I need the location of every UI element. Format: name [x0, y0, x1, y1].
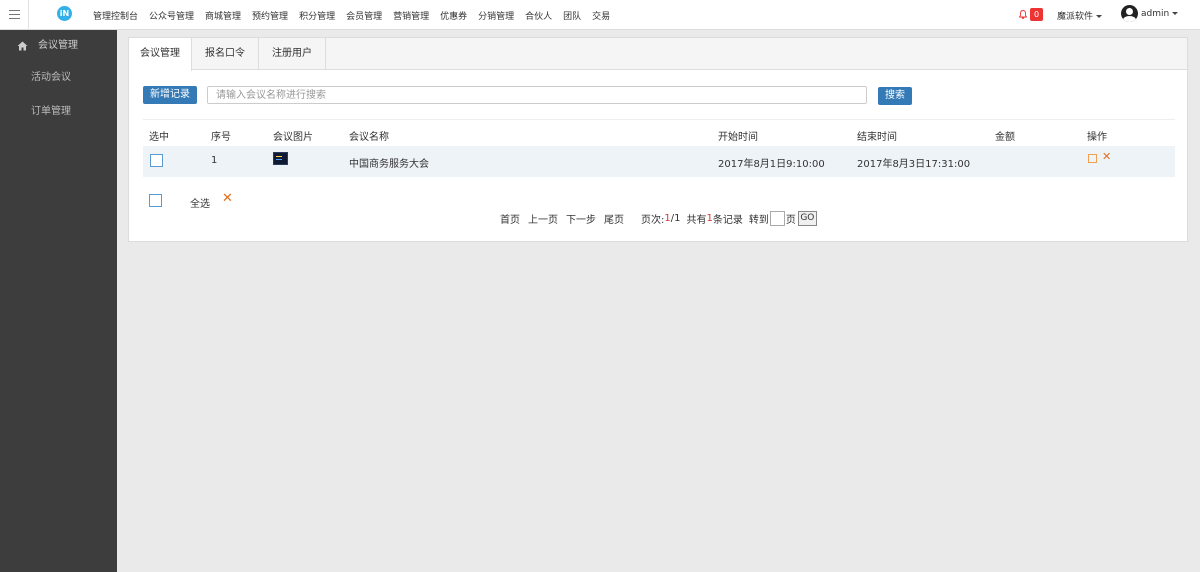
column-header: 选中	[149, 132, 169, 143]
chevron-down-icon	[1096, 15, 1103, 18]
tab-bar: 会议管理 报名口令 注册用户	[129, 38, 1187, 71]
bell-icon[interactable]	[1019, 10, 1027, 19]
select-all-label[interactable]: 全选	[190, 195, 210, 210]
app-logo[interactable]: iN	[57, 6, 72, 21]
notification-badge[interactable]: 0	[1030, 8, 1043, 21]
nav-item-booking[interactable]: 预约管理	[252, 9, 288, 22]
column-header: 序号	[211, 132, 231, 143]
column-header: 会议图片	[273, 132, 313, 143]
column-header: 金额	[995, 132, 1015, 143]
add-record-button[interactable]: 新增记录	[143, 86, 197, 104]
avatar[interactable]	[1121, 5, 1138, 22]
search-button[interactable]: 搜索	[878, 87, 912, 105]
start-time: 2017年8月1日9:10:00	[718, 159, 825, 170]
nav-item-team[interactable]: 团队	[563, 9, 581, 22]
end-time: 2017年8月3日17:31:00	[857, 159, 971, 170]
main-panel: 会议管理 报名口令 注册用户 新增记录 搜索 选中 序号 会议图片 会议名称 开…	[128, 37, 1188, 242]
goto-page-input[interactable]	[769, 210, 785, 226]
meeting-image[interactable]	[273, 152, 288, 165]
page-suffix: 页	[785, 214, 796, 226]
tab-meeting-management[interactable]: 会议管理	[129, 38, 192, 71]
prev-page-link[interactable]: 上一页	[528, 211, 558, 226]
table-header: 选中 序号 会议图片 会议名称 开始时间 结束时间 金额 操作	[143, 120, 1175, 146]
edit-icon[interactable]	[1088, 154, 1097, 163]
sidebar-item-meeting-management[interactable]: 会议管理	[0, 31, 117, 61]
top-bar: iN 管理控制台 公众号管理 商城管理 预约管理 积分管理 会员管理 营销管理 …	[0, 0, 1200, 30]
nav-item-points[interactable]: 积分管理	[299, 9, 335, 22]
page-label: 页次:	[641, 214, 665, 226]
hamburger-line	[9, 18, 20, 19]
total-pages: /1	[670, 212, 681, 224]
tab-registered-users[interactable]: 注册用户	[259, 38, 326, 70]
meetings-table: 选中 序号 会议图片 会议名称 开始时间 结束时间 金额 操作 1 中国商务服务…	[143, 119, 1175, 177]
tab-signup-codes[interactable]: 报名口令	[192, 38, 259, 70]
bulk-delete-icon[interactable]: ✕	[222, 191, 233, 206]
nav-item-mall[interactable]: 商城管理	[205, 9, 241, 22]
nav-item-wechat[interactable]: 公众号管理	[149, 9, 194, 22]
hamburger-line	[9, 14, 20, 15]
last-page-link[interactable]: 尾页	[604, 211, 624, 226]
sidebar-item-orders[interactable]: 订单管理	[0, 97, 117, 127]
pagination: 首页 上一页 下一步 尾页 页次: 1/1 共有 1 条记录 转到 页 GO	[500, 210, 817, 226]
company-menu[interactable]: 魔派软件	[1057, 9, 1103, 22]
delete-icon[interactable]: ✕	[1102, 150, 1111, 163]
nav-item-members[interactable]: 会员管理	[346, 9, 382, 22]
meeting-name: 中国商务服务大会	[349, 159, 429, 170]
go-button[interactable]: GO	[797, 210, 817, 226]
total-prefix: 共有	[686, 214, 707, 226]
total-suffix: 条记录	[712, 214, 743, 226]
sidebar-item-label: 订单管理	[31, 106, 71, 117]
sidebar-item-label: 会议管理	[38, 40, 78, 51]
user-menu[interactable]: admin	[1141, 9, 1179, 19]
table-row[interactable]: 1 中国商务服务大会 2017年8月1日9:10:00 2017年8月3日17:…	[143, 146, 1175, 177]
column-header: 结束时间	[857, 132, 897, 143]
nav-item-partners[interactable]: 合伙人	[525, 9, 552, 22]
column-header: 会议名称	[349, 132, 389, 143]
search-input[interactable]	[207, 86, 867, 104]
main-nav: 管理控制台 公众号管理 商城管理 预约管理 积分管理 会员管理 营销管理 优惠券…	[93, 0, 621, 30]
nav-item-marketing[interactable]: 营销管理	[393, 9, 429, 22]
company-name: 魔派软件	[1057, 12, 1094, 22]
sidebar-item-label: 活动会议	[31, 72, 71, 83]
row-index: 1	[211, 155, 218, 166]
hamburger-icon	[9, 10, 20, 11]
nav-item-coupons[interactable]: 优惠券	[440, 9, 467, 22]
goto-label: 转到	[748, 214, 769, 226]
menu-toggle-button[interactable]	[0, 0, 29, 30]
nav-item-trade[interactable]: 交易	[592, 9, 610, 22]
home-icon	[17, 41, 28, 51]
nav-item-distribution[interactable]: 分销管理	[478, 9, 514, 22]
select-all-checkbox[interactable]	[149, 194, 162, 207]
first-page-link[interactable]: 首页	[500, 211, 520, 226]
next-page-link[interactable]: 下一步	[566, 211, 596, 226]
column-header: 操作	[1087, 132, 1107, 143]
username: admin	[1141, 9, 1170, 19]
sidebar-item-events[interactable]: 活动会议	[0, 63, 117, 93]
column-header: 开始时间	[718, 132, 758, 143]
nav-item-dashboard[interactable]: 管理控制台	[93, 9, 138, 22]
sidebar: 会议管理 活动会议 订单管理	[0, 30, 117, 572]
chevron-down-icon	[1172, 12, 1179, 15]
row-checkbox[interactable]	[150, 154, 163, 167]
